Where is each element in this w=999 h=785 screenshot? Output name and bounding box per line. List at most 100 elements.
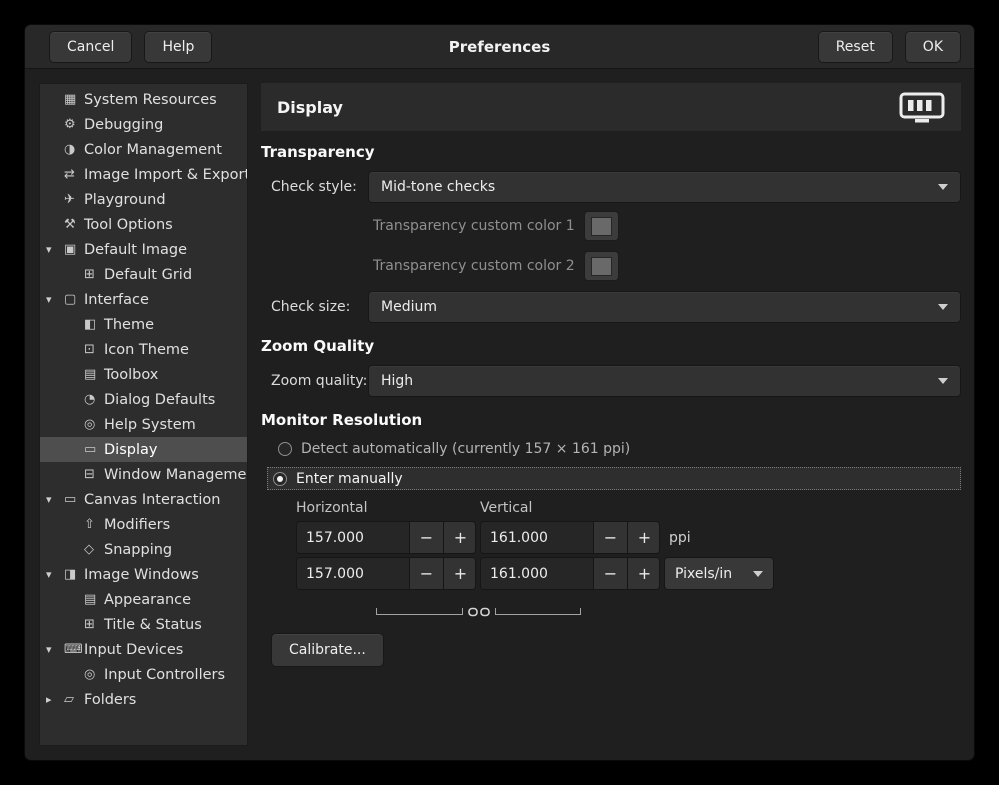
transparency-section-title: Transparency [261,143,961,161]
sidebar-item-modifiers[interactable]: ⇧Modifiers [40,512,247,537]
expander-collapsed-icon[interactable]: ▸ [46,693,64,706]
zoom-quality-value: High [381,373,413,389]
sidebar-item-display[interactable]: ▭Display [40,437,247,462]
check-style-label: Check style: [271,179,368,195]
chain-broken-icon[interactable] [463,605,495,619]
sidebar-item-label: Toolbox [104,367,158,383]
folders-icon: ▱ [64,692,84,707]
ppi-unit-label: ppi [669,530,691,546]
sidebar-item-image-windows[interactable]: ▾◨Image Windows [40,562,247,587]
vertical-resolution-input[interactable] [481,558,593,589]
horizontal-ppi-input[interactable] [297,522,409,553]
sidebar-item-title-status[interactable]: ⊞Title & Status [40,612,247,637]
sidebar-item-label: Snapping [104,542,172,558]
chevron-down-icon [938,184,948,190]
sidebar-item-snapping[interactable]: ◇Snapping [40,537,247,562]
reset-button[interactable]: Reset [818,31,893,63]
minus-button[interactable]: − [409,558,443,589]
input-devices-icon: ⌨ [64,642,84,657]
custom-color-1-swatch-button[interactable] [584,211,619,241]
sidebar-item-label: Help System [104,417,196,433]
input-controllers-icon: ◎ [84,667,104,682]
theme-icon: ◧ [84,317,104,332]
sidebar-item-default-grid[interactable]: ⊞Default Grid [40,262,247,287]
minus-button[interactable]: − [593,522,627,553]
sidebar-item-label: Debugging [84,117,163,133]
help-button[interactable]: Help [144,31,212,63]
manual-resolution-block: Horizontal Vertical − + − + ppi [296,500,961,615]
sidebar-item-label: Icon Theme [104,342,189,358]
zoom-quality-section-title: Zoom Quality [261,337,961,355]
detect-automatically-label: Detect automatically (currently 157 × 16… [301,441,630,457]
sidebar-item-input-devices[interactable]: ▾⌨Input Devices [40,637,247,662]
color-swatch [591,217,612,236]
custom-color-1-row: Transparency custom color 1 [373,211,961,241]
plus-button[interactable]: + [627,522,660,553]
sidebar-item-label: Playground [84,192,166,208]
sidebar-item-toolbox[interactable]: ▤Toolbox [40,362,247,387]
sidebar-item-label: Dialog Defaults [104,392,215,408]
expander-expanded-icon[interactable]: ▾ [46,568,64,581]
sidebar-item-tool-options[interactable]: ⚒Tool Options [40,212,247,237]
sidebar-item-input-controllers[interactable]: ◎Input Controllers [40,662,247,687]
chain-line-left [376,608,463,615]
cancel-button[interactable]: Cancel [49,31,132,63]
resolution-unit-row: − + − + Pixels/in [296,557,961,590]
zoom-quality-dropdown[interactable]: High [368,365,961,397]
canvas-interaction-icon: ▭ [64,492,84,507]
minus-button[interactable]: − [593,558,627,589]
sidebar-item-theme[interactable]: ◧Theme [40,312,247,337]
detect-automatically-radio[interactable]: Detect automatically (currently 157 × 16… [278,439,961,459]
vertical-ppi-input[interactable] [481,522,593,553]
minus-button[interactable]: − [409,522,443,553]
plus-button[interactable]: + [627,558,660,589]
horizontal-resolution-input[interactable] [297,558,409,589]
resolution-unit-value: Pixels/in [675,566,732,582]
help-system-icon: ◎ [84,417,104,432]
sidebar-item-debugging[interactable]: ⚙Debugging [40,112,247,137]
sidebar-item-image-import-export[interactable]: ⇄Image Import & Export [40,162,247,187]
monitor-resolution-section-title: Monitor Resolution [261,411,961,429]
sidebar-item-folders[interactable]: ▸▱Folders [40,687,247,712]
resolution-unit-dropdown[interactable]: Pixels/in [664,557,774,590]
page-title: Display [277,98,343,117]
sidebar-item-help-system[interactable]: ◎Help System [40,412,247,437]
check-style-dropdown[interactable]: Mid-tone checks [368,171,961,203]
expander-expanded-icon[interactable]: ▾ [46,243,64,256]
expander-expanded-icon[interactable]: ▾ [46,493,64,506]
default-grid-icon: ⊞ [84,267,104,282]
expander-expanded-icon[interactable]: ▾ [46,293,64,306]
plus-button[interactable]: + [443,558,476,589]
sidebar-item-canvas-interaction[interactable]: ▾▭Canvas Interaction [40,487,247,512]
sidebar-item-label: Folders [84,692,136,708]
custom-color-2-swatch-button[interactable] [584,251,619,281]
toolbox-icon: ▤ [84,367,104,382]
titlebar-right-actions: Reset OK [818,31,961,63]
sidebar-item-label: Image Import & Export [84,167,248,183]
ok-button[interactable]: OK [905,31,961,63]
zoom-quality-row: Zoom quality: High [271,365,961,397]
enter-manually-radio[interactable]: Enter manually [267,467,961,490]
tool-options-icon: ⚒ [64,217,84,232]
sidebar-item-label: Modifiers [104,517,170,533]
display-icon: ▭ [84,442,104,457]
expander-expanded-icon[interactable]: ▾ [46,643,64,656]
plus-button[interactable]: + [443,522,476,553]
check-size-dropdown[interactable]: Medium [368,291,961,323]
sidebar-item-playground[interactable]: ✈Playground [40,187,247,212]
sidebar-item-color-management[interactable]: ◑Color Management [40,137,247,162]
sidebar-item-system-resources[interactable]: ▦System Resources [40,87,247,112]
sidebar-item-label: Input Controllers [104,667,225,683]
sidebar-item-label: Appearance [104,592,191,608]
sidebar-item-appearance[interactable]: ▤Appearance [40,587,247,612]
zoom-quality-label: Zoom quality: [271,373,368,389]
horizontal-resolution-spinner: − + [296,557,476,590]
sidebar-item-window-management[interactable]: ⊟Window Management [40,462,247,487]
debugging-icon: ⚙ [64,117,84,132]
sidebar-item-dialog-defaults[interactable]: ◔Dialog Defaults [40,387,247,412]
sidebar-item-icon-theme[interactable]: ⊡Icon Theme [40,337,247,362]
sidebar-item-interface[interactable]: ▾▢Interface [40,287,247,312]
snapping-icon: ◇ [84,542,104,557]
calibrate-button[interactable]: Calibrate... [271,633,384,667]
sidebar-item-default-image[interactable]: ▾▣Default Image [40,237,247,262]
